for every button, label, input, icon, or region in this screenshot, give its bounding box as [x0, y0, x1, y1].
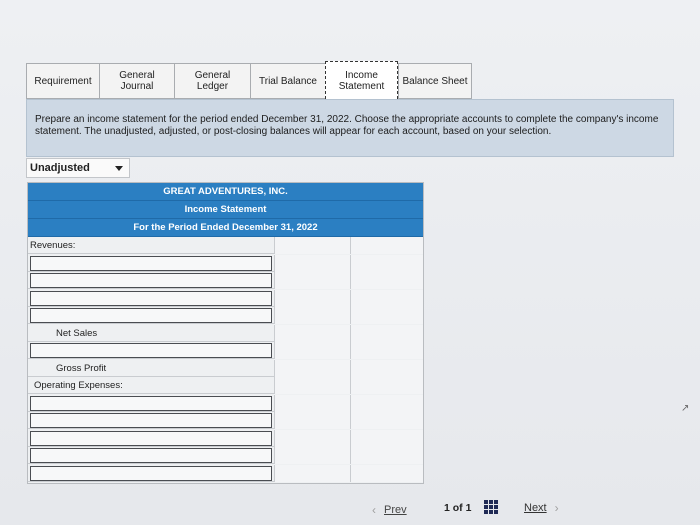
chevron-right-icon: ›	[554, 501, 559, 515]
total-cell[interactable]	[350, 289, 423, 307]
statement-company-name: GREAT ADVENTURES, INC.	[28, 183, 423, 201]
amount-cell[interactable]	[274, 377, 350, 394]
total-cell[interactable]	[350, 237, 423, 254]
amount-cell[interactable]	[274, 464, 350, 482]
total-cell[interactable]	[350, 412, 423, 429]
account-row	[28, 429, 423, 447]
footer-nav: ‹ Prev 1 of 1 Next ›	[0, 494, 700, 525]
total-cell[interactable]	[350, 447, 423, 464]
amount-cell[interactable]	[274, 254, 350, 272]
total-cell[interactable]	[350, 429, 423, 447]
row-label-gross-profit: Gross Profit	[56, 362, 107, 374]
amount-cell[interactable]	[274, 394, 350, 412]
statement-label-row: Revenues:	[28, 237, 423, 254]
account-row	[28, 394, 423, 412]
row-label-revenues: Revenues:	[30, 240, 76, 251]
account-select[interactable]	[30, 308, 272, 323]
instructions-text: Prepare an income statement for the peri…	[26, 99, 674, 157]
account-row	[28, 464, 423, 482]
statement-label-row: Operating Expenses:	[28, 377, 423, 394]
account-select[interactable]	[30, 290, 272, 306]
account-row	[28, 272, 423, 289]
account-row	[28, 254, 423, 272]
total-cell[interactable]	[350, 342, 423, 359]
amount-cell[interactable]	[274, 307, 350, 324]
account-row	[28, 342, 423, 359]
tab-general-journal[interactable]: General Journal	[99, 63, 174, 99]
total-cell[interactable]	[350, 254, 423, 272]
account-select[interactable]	[30, 273, 272, 288]
amount-cell[interactable]	[274, 342, 350, 359]
statement-title: Income Statement	[28, 201, 423, 219]
prev-button[interactable]: ‹ Prev	[372, 501, 436, 519]
total-cell[interactable]	[350, 307, 423, 324]
tab-bar: Requirement General Journal General Ledg…	[26, 61, 472, 99]
amount-cell[interactable]	[274, 412, 350, 429]
amount-cell[interactable]	[274, 237, 350, 254]
account-row	[28, 307, 423, 324]
amount-cell[interactable]	[274, 447, 350, 464]
income-statement-table: GREAT ADVENTURES, INC. Income Statement …	[27, 182, 424, 484]
total-cell[interactable]	[350, 359, 423, 377]
total-cell[interactable]	[350, 324, 423, 342]
total-cell[interactable]	[350, 272, 423, 289]
tab-balance-sheet[interactable]: Balance Sheet	[398, 63, 472, 99]
amount-cell[interactable]	[274, 324, 350, 342]
mouse-cursor-icon: ↗	[681, 403, 690, 414]
row-label-operating-expenses: Operating Expenses:	[34, 380, 123, 391]
balance-type-dropdown[interactable]: Unadjusted	[26, 158, 130, 178]
chevron-down-icon	[115, 166, 123, 171]
statement-period: For the Period Ended December 31, 2022	[28, 219, 423, 237]
tab-income-statement[interactable]: Income Statement	[325, 61, 398, 99]
total-cell[interactable]	[350, 377, 423, 394]
account-select[interactable]	[30, 413, 272, 428]
account-select[interactable]	[30, 465, 272, 481]
tab-requirement[interactable]: Requirement	[26, 63, 99, 99]
account-row	[28, 289, 423, 307]
statement-label-row: Net Sales	[28, 324, 423, 342]
row-label-net-sales: Net Sales	[56, 327, 98, 339]
account-row	[28, 412, 423, 429]
account-select[interactable]	[30, 255, 272, 271]
tab-general-ledger[interactable]: General Ledger	[174, 63, 250, 99]
chevron-left-icon: ‹	[372, 503, 376, 517]
page-indicator: 1 of 1	[444, 502, 472, 514]
page: Requirement General Journal General Ledg…	[0, 0, 700, 525]
account-select[interactable]	[30, 448, 272, 463]
total-cell[interactable]	[350, 464, 423, 482]
statement-label-row: Gross Profit	[28, 359, 423, 377]
amount-cell[interactable]	[274, 359, 350, 377]
dropdown-selected-value: Unadjusted	[30, 162, 90, 174]
account-select[interactable]	[30, 395, 272, 411]
amount-cell[interactable]	[274, 289, 350, 307]
amount-cell[interactable]	[274, 272, 350, 289]
account-select[interactable]	[30, 430, 272, 446]
account-select[interactable]	[30, 343, 272, 358]
total-cell[interactable]	[350, 394, 423, 412]
tab-trial-balance[interactable]: Trial Balance	[250, 63, 325, 99]
account-row	[28, 447, 423, 464]
next-button[interactable]: Next ›	[524, 501, 559, 515]
grid-icon[interactable]	[484, 500, 498, 514]
amount-cell[interactable]	[274, 429, 350, 447]
